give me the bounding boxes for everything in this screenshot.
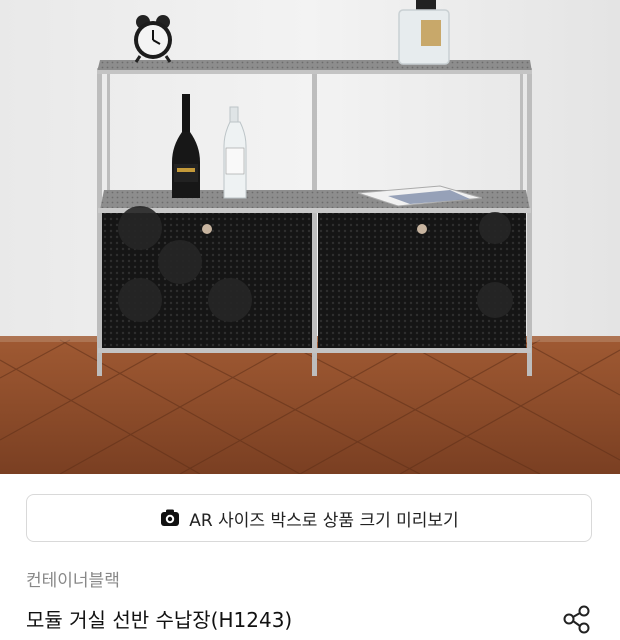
- perfume-bottle: [398, 0, 450, 65]
- share-button[interactable]: [560, 602, 594, 636]
- product-title: 모듈 거실 선반 수납장(H1243): [26, 608, 293, 632]
- door-knob-left: [202, 224, 212, 234]
- product-photo-illustration: [0, 0, 620, 474]
- brand-name[interactable]: 컨테이너블랙: [26, 566, 120, 591]
- share-icon: [563, 605, 590, 634]
- product-image[interactable]: [0, 0, 620, 474]
- ar-size-preview-label: AR 사이즈 박스로 상품 크기 미리보기: [189, 510, 459, 531]
- camera-icon: [159, 507, 181, 529]
- door-knob-right: [417, 224, 427, 234]
- ar-size-preview-button[interactable]: AR 사이즈 박스로 상품 크기 미리보기: [26, 494, 592, 542]
